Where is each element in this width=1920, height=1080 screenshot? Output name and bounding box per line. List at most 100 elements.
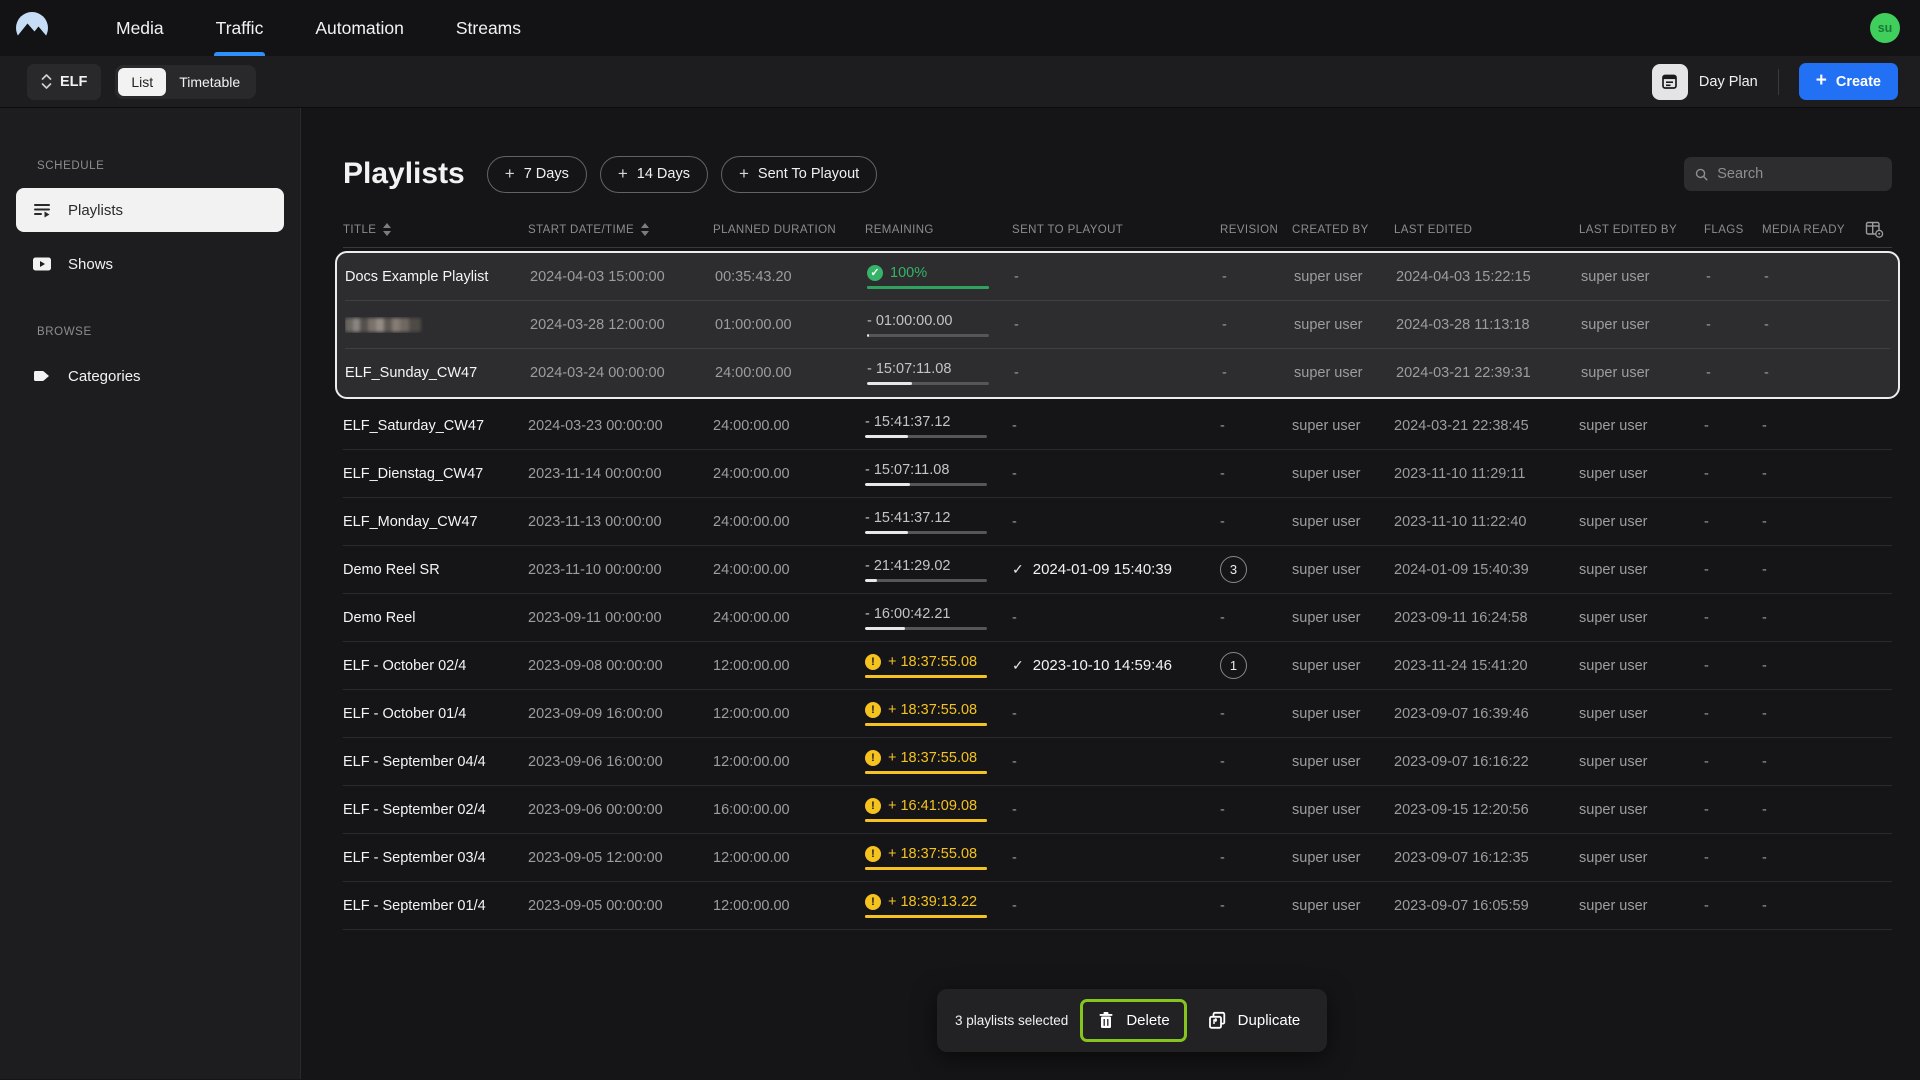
remaining-progress: - 15:07:11.08 — [867, 361, 1004, 385]
sent-to-playout: - — [1012, 801, 1017, 818]
divider — [1777, 68, 1779, 95]
planned-duration: 24:00:00.00 — [713, 465, 790, 482]
table-row[interactable]: ELF - September 01/4 2023-09-05 00:00:00 1… — [343, 882, 1892, 930]
flags: - — [1704, 417, 1709, 434]
column-label: START DATE/TIME — [528, 223, 635, 236]
table-row[interactable]: ELF_Sunday_CW47 2024-03-24 00:00:00 24:00:… — [345, 349, 1890, 397]
remaining-bar-fill — [865, 722, 987, 726]
revision: - — [1222, 365, 1227, 381]
column-header-title[interactable]: TITLE — [343, 223, 528, 236]
table-row[interactable]: ELF - September 04/4 2023-09-06 16:00:00 1… — [343, 738, 1892, 786]
remaining-bar-fill — [867, 285, 989, 289]
search-input[interactable] — [1717, 166, 1881, 182]
column-settings-icon[interactable] — [1865, 220, 1892, 239]
create-button[interactable]: + Create — [1798, 63, 1898, 100]
delete-label: Delete — [1126, 1012, 1170, 1029]
sidebar-item-playlists[interactable]: Playlists — [16, 188, 284, 232]
delete-button[interactable]: Delete — [1080, 999, 1187, 1042]
column-header-remaining: REMAINING — [865, 224, 1012, 236]
view-toggle-list[interactable]: List — [118, 67, 167, 96]
filter-sent-to-playout[interactable]: + Sent To Playout — [720, 155, 878, 193]
created-by: super user — [1292, 561, 1361, 578]
sort-icon[interactable] — [641, 223, 650, 236]
table-row[interactable]: ELF - September 02/4 2023-09-06 00:00:00 1… — [343, 786, 1892, 834]
sidebar-section-label: SCHEDULE — [37, 160, 105, 172]
column-label: LAST EDITED BY — [1579, 223, 1678, 236]
nav-item-streams[interactable]: Streams — [430, 0, 547, 56]
filter-label: 7 Days — [523, 166, 569, 182]
day-plan-button[interactable]: Day Plan — [1651, 63, 1758, 100]
start-date-time: 2023-09-09 16:00:00 — [528, 705, 663, 722]
remaining-progress: ✓ 100% — [867, 264, 1004, 289]
remaining-progress: ! + 16:41:09.08 — [865, 797, 1002, 822]
remaining-value: - 15:41:37.12 — [865, 510, 1002, 526]
sent-date-text: 2023-10-10 14:59:46 — [1032, 657, 1173, 674]
table-row[interactable]: ELF - September 03/4 2023-09-05 12:00:00 1… — [343, 834, 1892, 882]
playlist-title: Demo Reel — [343, 609, 416, 626]
channel-selector[interactable]: ELF — [27, 63, 102, 100]
revision: - — [1222, 316, 1227, 333]
table-row[interactable]: ELF_Dienstag_CW47 2023-11-14 00:00:00 24:0… — [343, 450, 1892, 498]
revision: - — [1220, 417, 1225, 434]
remaining-bar-fill — [865, 818, 987, 822]
table-row[interactable]: ELF - October 02/4 2023-09-08 00:00:00 12:… — [343, 642, 1892, 690]
sent-date-text: 2024-01-09 15:40:39 — [1032, 561, 1173, 578]
start-date-time: 2023-11-14 00:00:00 — [528, 465, 662, 482]
table-row[interactable]: Demo Reel 2023-09-11 00:00:00 24:00:00.00 -… — [343, 594, 1892, 642]
sent-to-playout: - — [1014, 316, 1019, 333]
calendar-icon[interactable] — [1651, 63, 1688, 100]
sidebar: SCHEDULE Playlists Shows BROWSE Categories — [0, 108, 301, 1079]
remaining-value: ✓ 100% — [867, 264, 1004, 281]
sent-to-playout: ✓ 2024-01-09 15:40:39 — [1012, 561, 1220, 578]
table-row[interactable]: ELF - October 01/4 2023-09-09 16:00:00 12:… — [343, 690, 1892, 738]
plus-icon: + — [504, 163, 515, 183]
sort-icon[interactable] — [383, 223, 392, 236]
sidebar-item-shows[interactable]: Shows — [16, 242, 284, 286]
table-row[interactable]: Docs Example Playlist 2024-04-03 15:00:00… — [345, 253, 1890, 301]
view-toggle: List Timetable — [115, 64, 257, 99]
nav-item-traffic[interactable]: Traffic — [190, 0, 290, 56]
media-ready: - — [1762, 801, 1767, 818]
table-row[interactable]: ELF_Monday_CW47 2023-11-13 00:00:00 24:00:… — [343, 498, 1892, 546]
column-header-start-date-time[interactable]: START DATE/TIME — [528, 223, 713, 236]
remaining-value: ! + 16:41:09.08 — [865, 797, 1002, 814]
main-content: Playlists +7 Days +14 Days + Sent To Playou… — [301, 108, 1920, 1079]
playlists-table: Docs Example Playlist 2024-04-03 15:00:00… — [335, 251, 1900, 930]
sent-to-playout: - — [1012, 609, 1017, 626]
playlist-title: ELF - September 04/4 — [343, 753, 486, 770]
remaining-text: + 18:37:55.08 — [888, 653, 978, 670]
playlist-title: ELF - October 02/4 — [343, 657, 467, 674]
revision: - — [1220, 753, 1225, 770]
remaining-cell: - 15:07:11.08 — [867, 361, 1014, 385]
sidebar-item-label: Playlists — [68, 201, 124, 219]
duplicate-button[interactable]: Duplicate — [1191, 999, 1318, 1042]
filter-label: 14 Days — [636, 166, 690, 182]
created-by: super user — [1292, 801, 1361, 818]
planned-duration: 24:00:00.00 — [713, 513, 790, 530]
remaining-bar-fill — [867, 333, 870, 337]
last-edited: 2024-04-03 15:22:15 — [1396, 268, 1531, 285]
app-logo-icon[interactable] — [14, 10, 50, 46]
sidebar-item-categories[interactable]: Categories — [16, 354, 284, 398]
flags: - — [1706, 365, 1711, 381]
warning-icon: ! — [865, 749, 881, 766]
view-toggle-timetable[interactable]: Timetable — [166, 68, 253, 96]
start-date-time: 2024-03-28 12:00:00 — [530, 316, 665, 333]
search-box[interactable] — [1684, 157, 1892, 191]
nav-item-media[interactable]: Media — [90, 0, 190, 56]
user-avatar[interactable]: su — [1870, 13, 1900, 43]
filter-14-days[interactable]: +14 Days — [599, 155, 708, 193]
table-row[interactable]: Demo Reel SR 2023-11-10 00:00:00 24:00:00.… — [343, 546, 1892, 594]
table-row[interactable]: ELF_Saturday_CW47 2024-03-23 00:00:00 24:0… — [343, 402, 1892, 450]
remaining-bar-fill — [865, 482, 911, 486]
channel-label: ELF — [60, 73, 88, 90]
filter-7-days[interactable]: +7 Days — [486, 155, 587, 193]
remaining-value: - 16:00:42.21 — [865, 606, 1002, 622]
column-label: REVISION — [1220, 223, 1279, 236]
remaining-bar-fill — [865, 770, 987, 774]
sent-date: ✓ 2023-10-10 14:59:46 — [1012, 657, 1210, 674]
table-row[interactable]: 2024-03-28 12:00:00 01:00:00.00 - 01:00:00… — [345, 301, 1890, 349]
nav-item-automation[interactable]: Automation — [289, 0, 430, 56]
planned-duration: 01:00:00.00 — [715, 316, 792, 333]
main-nav: Media Traffic Automation Streams — [90, 0, 547, 56]
